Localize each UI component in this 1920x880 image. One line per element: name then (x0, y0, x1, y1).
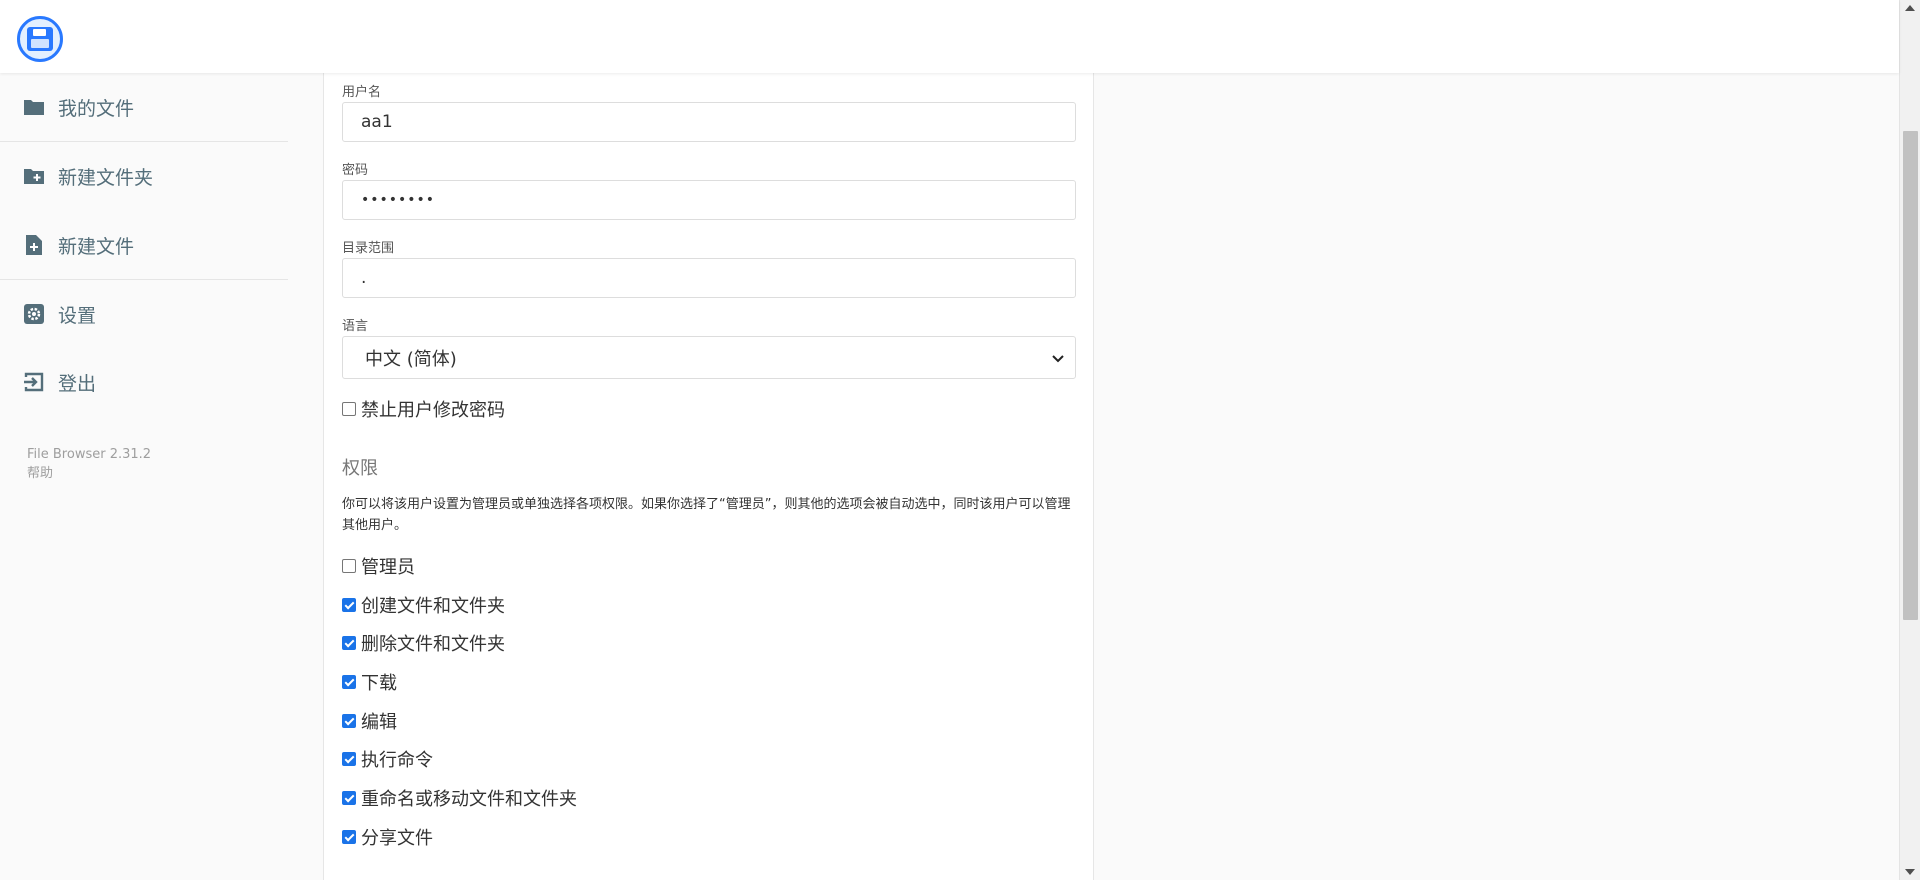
permission-download-checkbox[interactable] (342, 675, 356, 689)
language-select[interactable]: 中文 (简体) (342, 336, 1076, 379)
permission-create-checkbox[interactable] (342, 598, 356, 612)
scroll-down-arrow-icon[interactable] (1905, 869, 1915, 875)
sidebar-item-new-folder[interactable]: 新建文件夹 (22, 156, 153, 196)
permission-edit-row[interactable]: 编辑 (342, 708, 397, 734)
gear-icon (22, 302, 46, 326)
folder-icon (22, 95, 46, 119)
sidebar: 我的文件 新建文件夹 新建文件 设置 登出 File Browser 2.31.… (0, 73, 300, 880)
sidebar-item-logout[interactable]: 登出 (22, 362, 96, 402)
permission-execute-checkbox[interactable] (342, 752, 356, 766)
lock-password-label: 禁止用户修改密码 (361, 400, 505, 421)
new-file-icon (22, 233, 46, 257)
logout-icon (22, 370, 46, 394)
scroll-up-arrow-icon[interactable] (1905, 5, 1915, 11)
password-input[interactable]: •••••••• (342, 180, 1076, 220)
top-bar (0, 0, 1899, 73)
sidebar-item-new-file[interactable]: 新建文件 (22, 225, 134, 265)
sidebar-footer: File Browser 2.31.2 帮助 (27, 445, 151, 483)
permission-admin-checkbox[interactable] (342, 559, 356, 573)
scope-label: 目录范围 (342, 241, 395, 256)
permission-share-checkbox[interactable] (342, 830, 356, 844)
scrollbar-thumb[interactable] (1903, 131, 1918, 620)
permission-label: 管理员 (361, 557, 415, 578)
permissions-description: 你可以将该用户设置为管理员或单独选择各项权限。如果你选择了“管理员”，则其他的选… (342, 497, 1071, 533)
sidebar-item-label: 设置 (58, 304, 97, 327)
permission-label: 执行命令 (361, 750, 433, 771)
sidebar-item-my-files[interactable]: 我的文件 (22, 87, 134, 127)
permissions-title: 权限 (342, 458, 378, 479)
permission-create-row[interactable]: 创建文件和文件夹 (342, 592, 505, 618)
scope-input[interactable]: . (342, 258, 1076, 298)
permission-label: 重命名或移动文件和文件夹 (361, 789, 577, 810)
permission-label: 分享文件 (361, 828, 433, 849)
sidebar-item-label: 新建文件 (58, 235, 135, 258)
password-label: 密码 (342, 163, 369, 178)
permission-execute-row[interactable]: 执行命令 (342, 746, 433, 772)
lock-password-checkbox-row[interactable]: 禁止用户修改密码 (342, 396, 505, 422)
help-link[interactable]: 帮助 (27, 464, 151, 483)
language-select-value: 中文 (简体) (365, 348, 457, 370)
file-browser-logo-icon[interactable] (17, 16, 63, 62)
permission-download-row[interactable]: 下载 (342, 669, 397, 695)
sidebar-item-settings[interactable]: 设置 (22, 294, 96, 334)
permission-delete-row[interactable]: 删除文件和文件夹 (342, 630, 505, 656)
permission-share-row[interactable]: 分享文件 (342, 824, 433, 850)
username-input[interactable]: aa1 (342, 102, 1076, 142)
permission-label: 编辑 (361, 712, 397, 733)
sidebar-divider (0, 279, 288, 280)
permission-rename-row[interactable]: 重命名或移动文件和文件夹 (342, 785, 577, 811)
permission-label: 删除文件和文件夹 (361, 634, 505, 655)
sidebar-divider (0, 141, 288, 142)
sidebar-item-label: 新建文件夹 (58, 166, 154, 189)
permission-rename-checkbox[interactable] (342, 791, 356, 805)
version-text: File Browser 2.31.2 (27, 447, 152, 462)
page-scrollbar[interactable] (1899, 0, 1920, 880)
sidebar-item-label: 我的文件 (58, 97, 135, 120)
permission-delete-checkbox[interactable] (342, 636, 356, 650)
permission-label: 创建文件和文件夹 (361, 596, 505, 617)
permission-label: 下载 (361, 673, 397, 694)
language-label: 语言 (342, 319, 369, 334)
username-label: 用户名 (342, 85, 382, 100)
sidebar-item-label: 登出 (58, 372, 97, 395)
permission-edit-checkbox[interactable] (342, 714, 356, 728)
permission-admin-row[interactable]: 管理员 (342, 553, 415, 579)
chevron-down-icon (1049, 349, 1067, 367)
lock-password-checkbox[interactable] (342, 402, 356, 416)
new-folder-icon (22, 164, 46, 188)
